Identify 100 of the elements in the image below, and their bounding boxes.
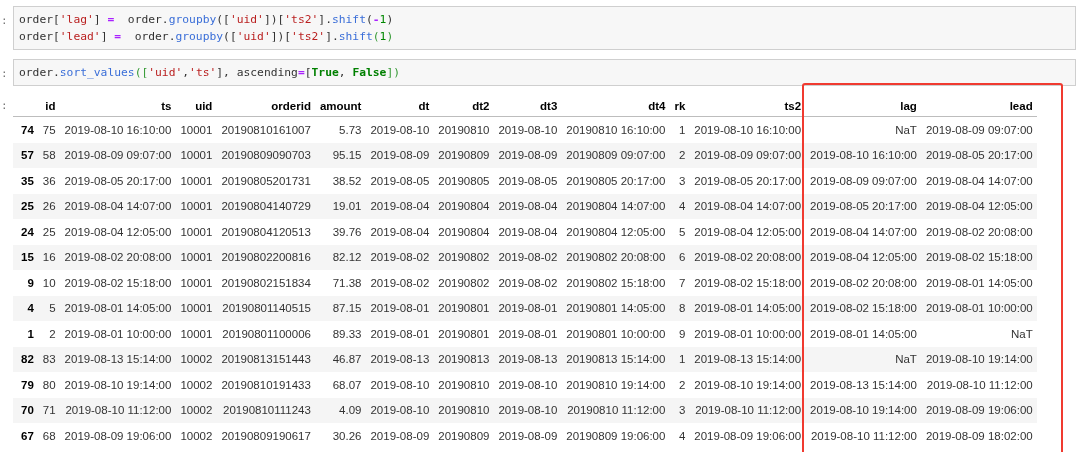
- table-cell: 10001: [175, 219, 217, 245]
- table-cell: 10001: [175, 244, 217, 270]
- table-cell: 2019-08-04: [493, 193, 562, 219]
- column-header: ts: [60, 95, 176, 117]
- table-cell: 2019-08-02 20:08:00: [689, 244, 806, 270]
- table-cell: 20190805: [433, 168, 494, 194]
- table-cell: NaT: [805, 346, 922, 372]
- table-cell: 38.52: [315, 168, 366, 194]
- table-cell: 2019-08-10 11:12:00: [60, 397, 176, 423]
- table-cell: 4.09: [315, 397, 366, 423]
- table-cell: 2019-08-09: [365, 142, 434, 168]
- table-cell: 20190804 12:05:00: [561, 219, 670, 245]
- table-cell: 10001: [175, 321, 217, 347]
- row-index: 25: [13, 193, 39, 219]
- table-cell: 20190809 09:07:00: [561, 142, 670, 168]
- table-cell: 2019-08-01: [493, 295, 562, 321]
- table-cell: 6: [669, 244, 690, 270]
- column-header: ts2: [689, 95, 806, 117]
- row-index: 79: [13, 372, 39, 398]
- column-header: dt: [365, 95, 434, 117]
- table-cell: 20190810: [433, 372, 494, 398]
- table-cell: 10001: [175, 295, 217, 321]
- code-cell[interactable]: order.sort_values(['uid','ts'], ascending=[True, False]): [13, 59, 1076, 86]
- table-cell: 2019-08-05: [493, 168, 562, 194]
- table-cell: 2019-08-09 09:07:00: [921, 116, 1038, 143]
- table-cell: 2019-08-10 19:14:00: [921, 346, 1038, 372]
- column-header: orderid: [216, 95, 316, 117]
- table-cell: 2019-08-09 19:06:00: [60, 423, 176, 449]
- table-cell: 20190801: [433, 295, 494, 321]
- table-cell: 30.26: [315, 423, 366, 449]
- table-cell: 2019-08-01: [365, 321, 434, 347]
- table-cell: 20190804 14:07:00: [561, 193, 670, 219]
- table-cell: 2019-08-10: [493, 397, 562, 423]
- table-cell: 2019-08-09 19:06:00: [689, 423, 806, 449]
- code-line: order['lag'] = order.groupby(['uid'])['ts2'].shift(-1): [19, 12, 395, 28]
- table-cell: 58: [38, 142, 61, 168]
- table-cell: 2019-08-04: [365, 219, 434, 245]
- table-cell: 95.15: [315, 142, 366, 168]
- table-cell: 20190810 11:12:00: [561, 397, 670, 423]
- table-cell: 10002: [175, 372, 217, 398]
- table-cell: 2019-08-10 16:10:00: [805, 142, 922, 168]
- table-cell: 20190802: [433, 244, 494, 270]
- table-cell: 68: [38, 423, 61, 449]
- table-cell: 3: [669, 168, 690, 194]
- table-cell: 2019-08-09: [365, 423, 434, 449]
- table-cell: 2019-08-02 15:18:00: [921, 244, 1038, 270]
- table-cell: 2019-08-09: [493, 423, 562, 449]
- table-cell: 2019-08-02 15:18:00: [689, 270, 806, 296]
- column-header: dt4: [561, 95, 670, 117]
- table-cell: 2019-08-10: [365, 372, 434, 398]
- table-cell: 2019-08-10: [365, 397, 434, 423]
- row-index: 67: [13, 423, 39, 449]
- table-cell: 1: [669, 346, 690, 372]
- table-cell: 2019-08-10 19:14:00: [805, 397, 922, 423]
- row-index: 24: [13, 219, 39, 245]
- table-cell: 10001: [175, 270, 217, 296]
- table-cell: 20190809190617: [216, 423, 316, 449]
- table-cell: 3: [669, 397, 690, 423]
- row-index: 82: [13, 346, 39, 372]
- table-cell: 20190810161007: [216, 116, 316, 143]
- table-cell: 2019-08-13 15:14:00: [689, 346, 806, 372]
- table-cell: 2019-08-01 14:05:00: [60, 295, 176, 321]
- table-cell: 2019-08-10 19:14:00: [689, 372, 806, 398]
- output-prompt: :: [0, 98, 9, 112]
- table-cell: 20190809: [433, 423, 494, 449]
- table-cell: 20190813151443: [216, 346, 316, 372]
- table-cell: 20190802200816: [216, 244, 316, 270]
- table-cell: 2019-08-09 09:07:00: [60, 142, 176, 168]
- column-header: dt2: [433, 95, 494, 117]
- table-cell: 20190809090703: [216, 142, 316, 168]
- table-cell: 2019-08-10: [365, 116, 434, 143]
- table-cell: 2: [38, 321, 61, 347]
- code-line: order['lead'] = order.groupby(['uid'])['ts2'].shift(1): [19, 29, 395, 45]
- table-cell: 71: [38, 397, 61, 423]
- table-cell: 19.01: [315, 193, 366, 219]
- table-cell: 20190810191433: [216, 372, 316, 398]
- table-cell: 68.07: [315, 372, 366, 398]
- table-cell: 20190810 19:14:00: [561, 372, 670, 398]
- table-cell: 20190801140515: [216, 295, 316, 321]
- code-cell[interactable]: order['lag'] = order.groupby(['uid'])['ts2'].shift(-1) order['lead'] = order.groupby(['uid'])['ts2'].shift(1): [13, 6, 1076, 50]
- table-cell: 20190804: [433, 193, 494, 219]
- column-header: id: [38, 95, 61, 117]
- table-cell: 2019-08-05 20:17:00: [805, 193, 922, 219]
- table-cell: 2019-08-10: [493, 116, 562, 143]
- table-cell: 2019-08-13 15:14:00: [60, 346, 176, 372]
- table-cell: 20190801100006: [216, 321, 316, 347]
- table-cell: 10: [38, 270, 61, 296]
- column-header: dt3: [493, 95, 562, 117]
- table-cell: 20190804: [433, 219, 494, 245]
- table-cell: 2019-08-09 09:07:00: [689, 142, 806, 168]
- table-cell: 10002: [175, 423, 217, 449]
- table-cell: 4: [669, 423, 690, 449]
- table-cell: 5: [38, 295, 61, 321]
- table-cell: 2019-08-05 20:17:00: [689, 168, 806, 194]
- table-cell: 2019-08-02 20:08:00: [805, 270, 922, 296]
- row-index: 4: [13, 295, 39, 321]
- column-header: lag: [805, 95, 922, 117]
- table-cell: 20190810: [433, 397, 494, 423]
- table-cell: 2019-08-02 20:08:00: [60, 244, 176, 270]
- table-cell: 20190809: [433, 142, 494, 168]
